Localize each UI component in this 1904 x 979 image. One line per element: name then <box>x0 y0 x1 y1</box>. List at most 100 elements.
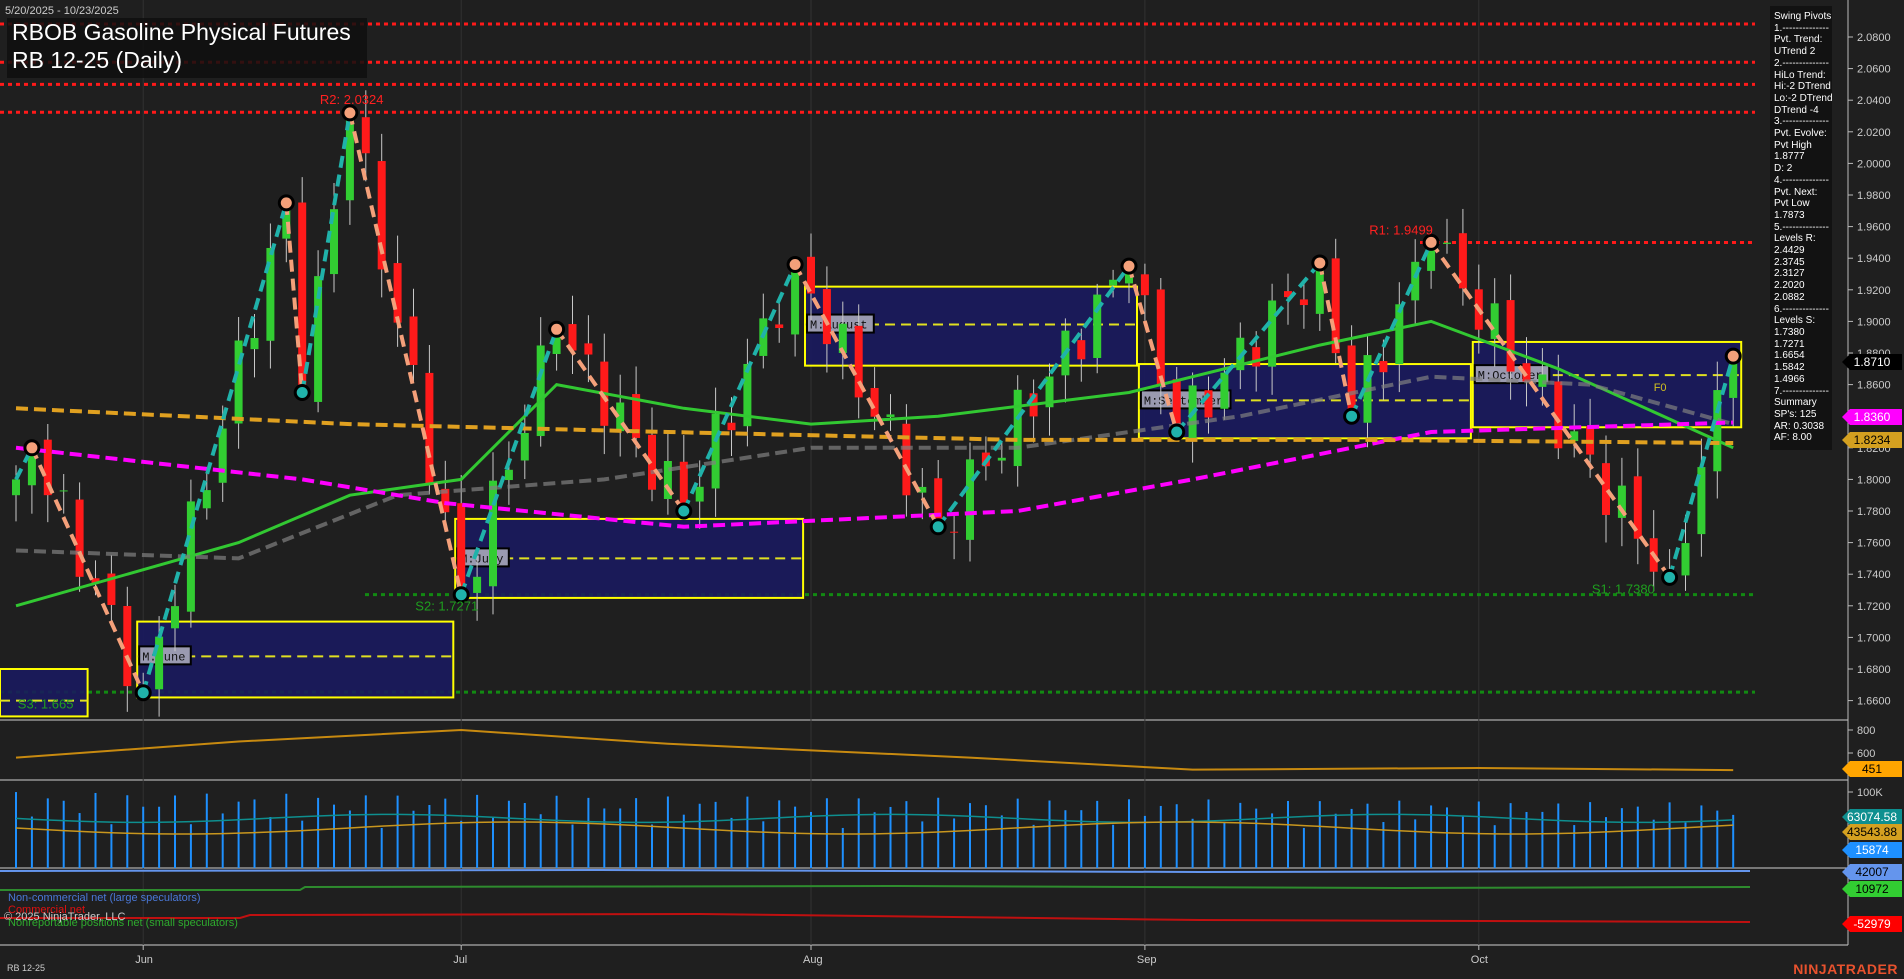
candle-down <box>394 263 402 323</box>
candle-up <box>473 577 481 593</box>
y-tick-label: 2.0600 <box>1857 64 1891 76</box>
swing-high-marker <box>550 322 564 336</box>
pivot-line: HiLo Trend: <box>1774 70 1832 82</box>
instrument-title: RBOB Gasoline Physical Futures <box>7 18 367 46</box>
x-tick-label: Jun <box>135 954 153 966</box>
y-tick-label: 1.7600 <box>1857 538 1891 550</box>
chart-title-box: RBOB Gasoline Physical Futures RB 12-25 … <box>7 18 367 78</box>
candle-down <box>775 324 783 328</box>
candle-down <box>1602 463 1610 515</box>
moving-average-slow <box>16 423 1733 527</box>
x-tick-label: Sep <box>1137 954 1157 966</box>
candle-up <box>1491 303 1499 339</box>
pivot-line: 1.7380 <box>1774 327 1832 339</box>
swing-low-marker <box>136 686 150 700</box>
swing-up-line <box>302 113 350 393</box>
candle-down <box>584 343 592 354</box>
level-label: R1: 1.9499 <box>1369 223 1433 238</box>
y-tick-label: 1.9800 <box>1857 190 1891 202</box>
pivot-line: 2.3127 <box>1774 268 1832 280</box>
y-tick-label: 1.9400 <box>1857 253 1891 265</box>
candle-up <box>521 433 529 461</box>
date-range: 5/20/2025 - 10/23/2025 <box>5 5 119 17</box>
pivot-line: Pvt Low <box>1774 198 1832 210</box>
y-tick-label: 1.7200 <box>1857 601 1891 613</box>
candle-down <box>728 423 736 430</box>
candle-down <box>1252 347 1260 366</box>
pivot-line: 2.4429 <box>1774 245 1832 257</box>
candle-up <box>887 414 895 417</box>
candle-down <box>362 117 370 153</box>
swing-high-marker <box>1122 259 1136 273</box>
candle-down <box>1141 274 1149 295</box>
price-tag: 1.8360 <box>1842 409 1902 425</box>
nonreportable-line <box>0 886 1750 890</box>
candle-down <box>410 316 418 364</box>
candle-up <box>203 490 211 508</box>
y-tick-label: 2.0800 <box>1857 32 1891 44</box>
y-tick-label: 1.6600 <box>1857 696 1891 708</box>
pivot-line: Pvt. Trend: <box>1774 34 1832 46</box>
cot-value-tag: 42007 <box>1842 864 1902 880</box>
candle-up <box>1014 390 1022 466</box>
x-tick-label: Oct <box>1471 954 1488 966</box>
swing-low-marker <box>1345 409 1359 423</box>
pivot-line: 1.4966 <box>1774 374 1832 386</box>
pivot-line: 1.6654 <box>1774 350 1832 362</box>
copyright: © 2025 NinjaTrader, LLC <box>4 911 125 923</box>
swing-high-marker <box>279 196 293 210</box>
y-tick-label: 1.9200 <box>1857 285 1891 297</box>
volume-value-tag: 63074.58 <box>1842 809 1902 825</box>
swing-high-marker <box>788 258 802 272</box>
candle-up <box>696 487 704 502</box>
pivot-line: DTrend -4 <box>1774 105 1832 117</box>
pivot-line: 1.7873 <box>1774 210 1832 222</box>
range-axis-label: 800 <box>1857 725 1875 737</box>
candle-down <box>1379 361 1387 372</box>
contract-title: RB 12-25 (Daily) <box>7 46 367 74</box>
candle-down <box>123 606 131 686</box>
pivot-line: 1.-------------- <box>1774 23 1832 35</box>
candle-up <box>966 459 974 539</box>
candle-up <box>60 490 68 491</box>
swing-up-line <box>143 203 286 693</box>
level-label: S3: 1.665 <box>18 697 74 712</box>
pivot-line: SP's: 125 <box>1774 409 1832 421</box>
pivot-line: D: 2 <box>1774 163 1832 175</box>
candle-up <box>1220 373 1228 409</box>
pivot-line: Swing Pivots <box>1774 11 1832 23</box>
candle-down <box>1077 340 1085 359</box>
y-tick-label: 1.9000 <box>1857 316 1891 328</box>
noncommercial-line <box>0 870 1750 872</box>
level-label: R2: 2.0324 <box>320 92 384 107</box>
box-label-text: M:June <box>142 650 185 664</box>
pivot-line: 1.7271 <box>1774 339 1832 351</box>
price-tag: 1.8710 <box>1842 354 1902 370</box>
candle-down <box>1157 289 1165 385</box>
candle-down <box>1300 299 1308 305</box>
price-chart[interactable]: 2.08002.06002.04002.02002.00001.98001.96… <box>0 0 1904 979</box>
candle-up <box>1109 280 1117 286</box>
range-axis-label: 600 <box>1857 748 1875 760</box>
box-label: M:September <box>1141 390 1231 408</box>
ninjatrader-logo: NINJATRADER <box>1793 961 1898 977</box>
x-tick-label: Jul <box>453 954 467 966</box>
y-tick-label: 2.0200 <box>1857 127 1891 139</box>
range-indicator-line <box>16 730 1733 770</box>
y-tick-label: 1.8600 <box>1857 380 1891 392</box>
legend-noncommercial: Non-commercial net (large speculators) <box>8 892 201 904</box>
swing-low-marker <box>1170 425 1184 439</box>
y-tick-label: 1.7800 <box>1857 506 1891 518</box>
swing-high-marker <box>1313 256 1327 270</box>
level-label: S2: 1.7271 <box>415 599 478 614</box>
candle-up <box>171 606 179 628</box>
candle-down <box>950 532 958 533</box>
pivot-line: Pvt High <box>1774 140 1832 152</box>
swing-up-line <box>684 265 795 511</box>
pivot-line: Lo:-2 DTrend <box>1774 93 1832 105</box>
candle-up <box>505 470 513 480</box>
pivot-line: 4.-------------- <box>1774 175 1832 187</box>
pivot-line: 3.-------------- <box>1774 116 1832 128</box>
price-tag: 1.8234 <box>1842 432 1902 448</box>
candle-up <box>12 479 20 495</box>
